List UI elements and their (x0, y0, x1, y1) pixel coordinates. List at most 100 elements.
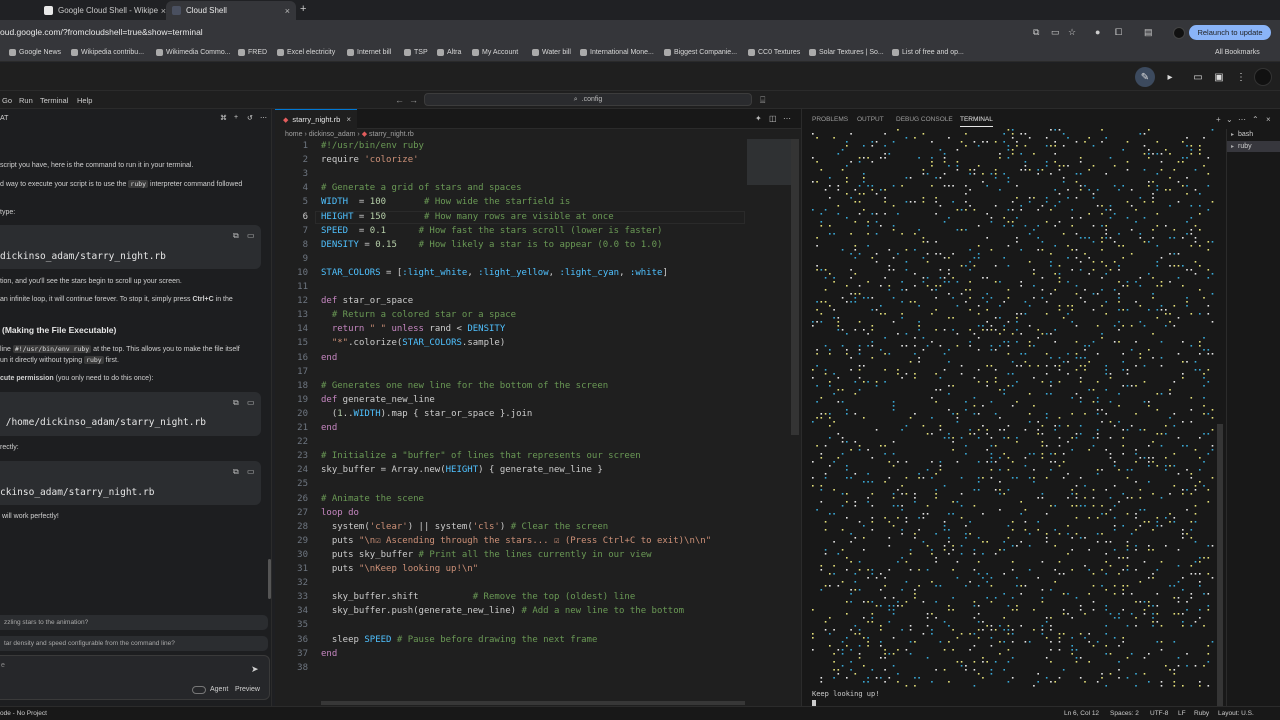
menu-terminal[interactable]: Terminal (40, 96, 68, 105)
layout-button[interactable]: ▣ (1211, 69, 1227, 85)
close-icon[interactable]: × (346, 115, 351, 124)
tab-debug-console[interactable]: DEBUG CONSOLE (896, 116, 953, 123)
user-avatar[interactable] (1254, 68, 1272, 86)
more-options-button[interactable]: ⋮ (1233, 69, 1249, 85)
editor-tab-starry-night[interactable]: ◆ starry_night.rb × (275, 109, 357, 129)
insert-icon[interactable]: ▭ (247, 467, 255, 476)
terminal-toggle-button[interactable]: ▸ (1162, 69, 1178, 85)
star-dot (1045, 313, 1048, 315)
forward-arrow-icon[interactable]: → (409, 95, 418, 105)
editor-horizontal-scrollbar[interactable] (321, 701, 745, 705)
status-language[interactable]: Ruby (1194, 710, 1209, 717)
status-indentation[interactable]: Spaces: 2 (1110, 710, 1139, 717)
menu-go[interactable]: Go (2, 96, 12, 105)
more-icon[interactable]: ⋯ (783, 114, 791, 123)
browser-tab-cloud-shell[interactable]: Cloud Shell × (166, 1, 296, 20)
more-icon[interactable]: ⋯ (1238, 115, 1246, 124)
browser-tab-wikipedia[interactable]: Google Cloud Shell - Wikipe × (38, 1, 172, 20)
terminal-item-bash[interactable]: ▸ bash (1227, 129, 1280, 140)
url-text[interactable]: oud.google.com/?fromcloudshell=true&show… (0, 27, 203, 37)
bookmark-item[interactable]: List of free and op... (892, 49, 964, 56)
agent-toggle[interactable] (192, 686, 206, 694)
send-icon[interactable]: ➤ (251, 664, 259, 675)
status-keyboard-layout[interactable]: Layout: U.S. (1218, 710, 1254, 717)
menu-help[interactable]: Help (77, 96, 92, 105)
status-eol[interactable]: LF (1178, 710, 1186, 717)
bookmark-item[interactable]: Wikimedia Commo... (156, 49, 231, 56)
star-dot (1182, 285, 1184, 287)
bookmark-item[interactable]: Excel electricity (277, 49, 335, 56)
star-dot (837, 433, 840, 435)
refresh-icon[interactable]: ↺ (247, 114, 253, 122)
new-terminal-icon[interactable]: + (1216, 115, 1221, 124)
suggestion-chip[interactable]: tar density and speed configurable from … (0, 636, 268, 651)
star-dot (1088, 633, 1090, 635)
status-cursor-position[interactable]: Ln 6, Col 12 (1064, 710, 1099, 717)
close-icon[interactable]: × (1266, 115, 1271, 124)
tab-terminal[interactable]: TERMINAL (960, 116, 993, 127)
breadcrumb-item[interactable]: home (285, 131, 303, 138)
browser-profile-avatar[interactable] (1173, 27, 1185, 39)
minimap[interactable] (747, 139, 791, 185)
bookmark-item[interactable]: Internet bill (347, 49, 391, 56)
screen-share-icon[interactable]: ⧉ (1033, 27, 1039, 38)
chevron-up-icon[interactable]: ⌃ (1252, 115, 1259, 124)
star-dot (1190, 573, 1193, 575)
extension-icon[interactable]: ● (1095, 27, 1100, 37)
copilot-edit-icon[interactable]: ✦ (755, 114, 762, 123)
suggestion-chip[interactable]: zzling stars to the animation? (0, 615, 268, 630)
close-icon[interactable]: × (285, 6, 290, 16)
terminal-scrollbar[interactable] (1217, 424, 1223, 706)
breadcrumb-item[interactable]: starry_night.rb (369, 131, 414, 138)
history-icon[interactable]: ⌘ (220, 114, 227, 122)
breadcrumb-item[interactable]: dickinso_adam (309, 131, 356, 138)
bookmark-item[interactable]: TSP (404, 49, 428, 56)
editor-scrollbar[interactable] (791, 139, 799, 435)
editor-toggle-button[interactable]: ✎ (1135, 67, 1155, 87)
bookmark-item[interactable]: Solar Textures | So... (809, 49, 884, 56)
cast-icon[interactable]: ▭ (1051, 27, 1060, 38)
sidepanel-icon[interactable]: ▤ (1144, 27, 1153, 38)
bookmark-item[interactable]: Water bill (532, 49, 571, 56)
copy-icon[interactable]: ⧉ (233, 231, 239, 241)
insert-icon[interactable]: ▭ (247, 398, 255, 407)
relaunch-button[interactable]: Relaunch to update (1189, 25, 1271, 40)
bookmark-item[interactable]: Google News (9, 49, 61, 56)
bookmark-star-icon[interactable]: ☆ (1068, 27, 1076, 38)
terminal-item-ruby[interactable]: ▸ ruby (1227, 141, 1280, 152)
web-preview-button[interactable]: ▭ (1190, 69, 1206, 85)
back-arrow-icon[interactable]: ← (395, 95, 404, 105)
star-dot (1011, 149, 1014, 151)
bookmark-item[interactable]: FRED (238, 49, 267, 56)
bookmark-item[interactable]: Biggest Companie... (664, 49, 737, 56)
bookmark-item[interactable]: International Mone... (580, 49, 654, 56)
status-encoding[interactable]: UTF-8 (1150, 710, 1168, 717)
code-block: ⧉ ▭ dickinso_adam/starry_night.rb (0, 225, 261, 269)
split-editor-icon[interactable]: ◫ (769, 114, 777, 123)
copilot-icon[interactable]: ⌸ (760, 95, 765, 106)
puzzle-icon[interactable]: ⧠ (1115, 27, 1122, 38)
chevron-down-icon[interactable]: ⌄ (1226, 115, 1233, 124)
star-dot (1122, 285, 1124, 287)
star-dot (867, 497, 869, 499)
bookmark-item[interactable]: Altra (437, 49, 461, 56)
new-chat-icon[interactable]: + (234, 114, 238, 121)
menu-run[interactable]: Run (19, 96, 33, 105)
chat-input[interactable]: e ➤ Agent Preview (0, 655, 270, 700)
new-tab-icon[interactable]: + (300, 3, 306, 15)
tab-problems[interactable]: PROBLEMS (812, 116, 848, 123)
command-center[interactable]: ⌕ .config (424, 93, 752, 106)
copy-icon[interactable]: ⧉ (233, 398, 239, 408)
copy-icon[interactable]: ⧉ (233, 467, 239, 477)
insert-icon[interactable]: ▭ (247, 231, 255, 240)
bookmark-item[interactable]: CC0 Textures (748, 49, 800, 56)
tab-output[interactable]: OUTPUT (857, 116, 884, 123)
status-project[interactable]: ode - No Project (0, 710, 47, 717)
star-dot (863, 417, 865, 419)
bookmark-item[interactable]: My Account (472, 49, 518, 56)
chat-scrollbar[interactable] (268, 559, 271, 599)
all-bookmarks[interactable]: All Bookmarks (1215, 49, 1260, 56)
bookmark-item[interactable]: Wikipedia contribu... (71, 49, 144, 56)
pinned-tab[interactable] (34, 1, 36, 20)
more-icon[interactable]: ⋯ (260, 114, 267, 122)
